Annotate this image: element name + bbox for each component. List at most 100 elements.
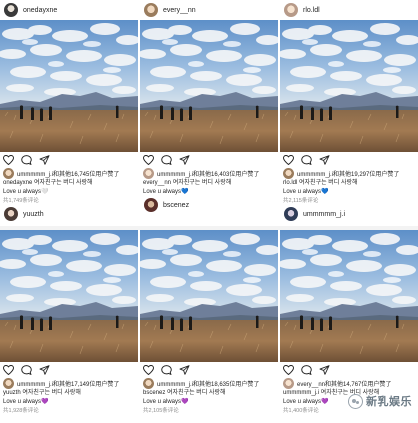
likes-text[interactable]: ummmmm_j.i和其他16,745位用户赞了: [17, 169, 119, 178]
caption: bscenez 여자친구는 버디 사랑해: [140, 389, 278, 398]
post-username[interactable]: every__nn: [163, 7, 196, 14]
share-icon[interactable]: [39, 155, 50, 165]
wechat-icon: [348, 393, 363, 409]
caption-heart: 🤍: [41, 189, 49, 195]
likes-row: every__nn和其他14,767位用户赞了: [280, 378, 418, 389]
post-username[interactable]: yuuzth: [23, 211, 44, 218]
caption-line2: Love u always💙: [280, 188, 418, 197]
comment-icon[interactable]: [161, 365, 172, 375]
caption-line2-text: Love u always: [283, 399, 322, 405]
comment-icon[interactable]: [21, 365, 32, 375]
next-post-header: ummmmm_j.i: [280, 206, 418, 222]
likes-text[interactable]: ummmmm_j.i和其他19,297位用户赞了: [297, 169, 399, 178]
caption-username[interactable]: onedayxne: [3, 180, 32, 186]
caption-heart: 💙: [321, 189, 329, 195]
caption-heart: 💜: [321, 399, 329, 405]
post-card: rlo.ldl ummmmm_j.i和其他19,297位用户赞了 rlo.ldl…: [280, 0, 418, 226]
liker-avatar: [3, 168, 14, 179]
comment-icon[interactable]: [301, 365, 312, 375]
post-photo[interactable]: [280, 230, 418, 362]
caption-text: 여자친구는 버디 사랑해: [172, 180, 232, 186]
likes-text[interactable]: every__nn和其他14,767位用户赞了: [297, 379, 391, 388]
caption-heart: 💙: [181, 189, 189, 195]
post-header: rlo.ldl: [280, 0, 418, 20]
watermark: 新乳娱乐: [348, 393, 412, 409]
post-header: onedayxne: [0, 0, 138, 20]
avatar[interactable]: [4, 207, 18, 221]
caption-username[interactable]: bscenez: [143, 390, 165, 396]
caption-line2-text: Love u always: [3, 189, 42, 195]
likes-text[interactable]: ummmmm_j.i和其他17,149位用户赞了: [17, 379, 119, 388]
next-post-header: yuuzth: [0, 206, 138, 222]
likes-row: ummmmm_j.i和其他19,297位用户赞了: [280, 168, 418, 179]
post-username[interactable]: bscenez: [163, 202, 189, 209]
caption-line2: Love u always💙: [140, 188, 278, 197]
caption-line2: Love u always🤍: [0, 188, 138, 197]
comment-icon[interactable]: [161, 155, 172, 165]
comments-count[interactable]: 共1,749条评论: [0, 197, 138, 206]
heart-icon[interactable]: [3, 365, 14, 375]
comment-icon[interactable]: [21, 155, 32, 165]
post-photo[interactable]: [0, 230, 138, 362]
post-photo[interactable]: [0, 20, 138, 152]
liker-avatar: [143, 168, 154, 179]
comments-count[interactable]: 共2,115条评论: [280, 197, 418, 206]
post-actions: [0, 152, 138, 168]
share-icon[interactable]: [319, 365, 330, 375]
likes-text[interactable]: ummmmm_j.i和其他18,635位用户赞了: [157, 379, 259, 388]
post-actions: [280, 152, 418, 168]
post-actions: [140, 152, 278, 168]
caption: onedayxne 여자친구는 버디 사랑해: [0, 179, 138, 188]
post-photo[interactable]: [140, 230, 278, 362]
post-card: every__nn ummmmm_j.i和其他16,403位用户赞了 every…: [140, 0, 278, 226]
avatar[interactable]: [144, 3, 158, 17]
caption-username[interactable]: rlo.ldl: [283, 180, 297, 186]
caption-line2-text: Love u always: [143, 189, 182, 195]
post-card: ummmmm_j.i和其他17,149位用户赞了 yuuzth 여자친구는 버디…: [0, 230, 138, 423]
caption-text: 여자친구는 버디 사랑해: [34, 180, 93, 186]
share-icon[interactable]: [179, 365, 190, 375]
heart-icon[interactable]: [283, 155, 294, 165]
likes-text[interactable]: ummmmm_j.i和其他16,403位用户赞了: [157, 169, 259, 178]
avatar[interactable]: [284, 3, 298, 17]
post-photo[interactable]: [280, 20, 418, 152]
caption: yuuzth 여자친구는 버디 사랑해: [0, 389, 138, 398]
likes-row: ummmmm_j.i和其他17,149位用户赞了: [0, 378, 138, 389]
caption-line2-text: Love u always: [3, 399, 42, 405]
likes-row: ummmmm_j.i和其他16,745位用户赞了: [0, 168, 138, 179]
post-username[interactable]: rlo.ldl: [303, 7, 320, 14]
heart-icon[interactable]: [143, 365, 154, 375]
post-username[interactable]: ummmmm_j.i: [303, 211, 345, 218]
comment-icon[interactable]: [301, 155, 312, 165]
caption-line2: Love u always💜: [140, 398, 278, 407]
heart-icon[interactable]: [283, 365, 294, 375]
caption-username[interactable]: ummmmm_j.i: [283, 390, 319, 396]
share-icon[interactable]: [39, 365, 50, 375]
caption-line2-text: Love u always: [143, 399, 182, 405]
heart-icon[interactable]: [143, 155, 154, 165]
avatar[interactable]: [4, 3, 18, 17]
post-username[interactable]: onedayxne: [23, 7, 57, 14]
post-header: every__nn: [140, 0, 278, 20]
caption-line2-text: Love u always: [283, 189, 322, 195]
avatar[interactable]: [284, 207, 298, 221]
post-photo[interactable]: [140, 20, 278, 152]
row-divider: [0, 226, 418, 230]
liker-avatar: [3, 378, 14, 389]
post-actions: [0, 362, 138, 378]
share-icon[interactable]: [319, 155, 330, 165]
heart-icon[interactable]: [3, 155, 14, 165]
caption-username[interactable]: every__nn: [143, 180, 171, 186]
comments-count[interactable]: 共1,928条评论: [0, 407, 138, 416]
avatar[interactable]: [144, 198, 158, 212]
caption-text: 여자친구는 버디 사랑해: [299, 180, 358, 186]
post-grid: onedayxne ummmmm_j.i和其他16,745位用户赞了 oneda…: [0, 0, 418, 423]
caption-heart: 💜: [41, 399, 49, 405]
liker-avatar: [143, 378, 154, 389]
watermark-text: 新乳娱乐: [366, 396, 412, 408]
share-icon[interactable]: [179, 155, 190, 165]
comments-count[interactable]: 共2,105条评论: [140, 407, 278, 416]
caption-username[interactable]: yuuzth: [3, 390, 21, 396]
likes-row: ummmmm_j.i和其他16,403位用户赞了: [140, 168, 278, 179]
liker-avatar: [283, 168, 294, 179]
